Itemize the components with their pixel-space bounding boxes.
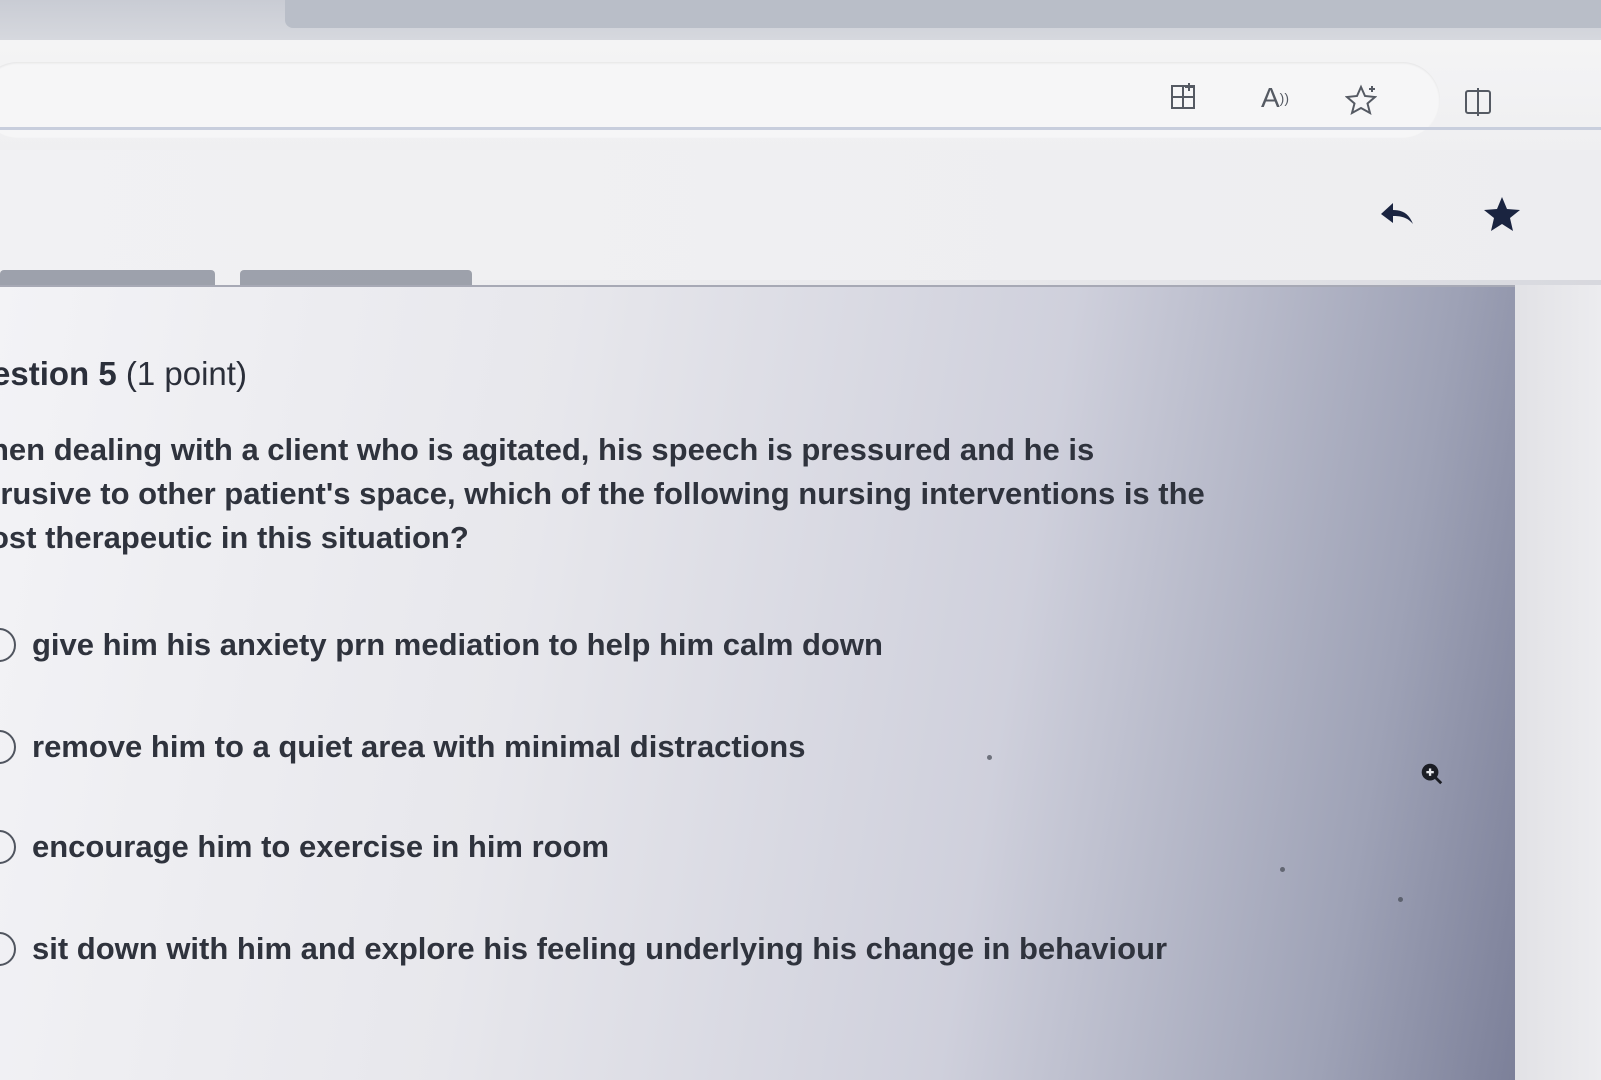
answer-option-label: encourage him to exercise in him room xyxy=(32,829,610,864)
answer-option[interactable]: give him his anxiety prn mediation to he… xyxy=(0,625,883,665)
read-aloud-label: A xyxy=(1260,82,1280,113)
radio-button[interactable] xyxy=(0,932,16,966)
page-margin xyxy=(1515,285,1601,1080)
radio-button[interactable] xyxy=(0,730,16,764)
app-grid-icon[interactable] xyxy=(1167,80,1203,116)
answer-option[interactable]: remove him to a quiet area with minimal … xyxy=(0,727,805,767)
favorite-star-icon[interactable] xyxy=(1343,82,1379,118)
tab-strip xyxy=(0,0,1601,40)
question-text-line: ost therapeutic in this situation? xyxy=(0,520,469,555)
page-header xyxy=(0,150,1601,280)
read-aloud-icon[interactable]: A)) xyxy=(1257,80,1293,116)
question-text-line: hen dealing with a client who is agitate… xyxy=(0,432,1095,467)
screen-speck xyxy=(1398,897,1403,902)
screen-speck xyxy=(987,755,992,760)
question-text: hen dealing with a client who is agitate… xyxy=(0,428,1290,560)
answer-option-label: remove him to a quiet area with minimal … xyxy=(32,729,806,764)
radio-button[interactable] xyxy=(0,628,16,662)
question-text-line: trusive to other patient's space, which … xyxy=(0,476,1205,511)
toolbar-divider xyxy=(0,127,1601,130)
bookmark-star-icon[interactable] xyxy=(1480,192,1524,236)
question-title: estion 5 (1 point) xyxy=(0,355,247,393)
reply-arrow-icon[interactable] xyxy=(1375,192,1419,236)
radio-button[interactable] xyxy=(0,830,16,864)
browser-tab[interactable] xyxy=(285,0,1601,28)
question-points: (1 point) xyxy=(125,355,247,392)
question-number: estion 5 xyxy=(0,355,117,392)
split-screen-icon[interactable] xyxy=(1460,84,1496,120)
answer-option-label: sit down with him and explore his feelin… xyxy=(32,931,1168,966)
zoom-in-icon[interactable] xyxy=(1417,760,1445,788)
screen-speck xyxy=(1280,867,1285,872)
answer-option[interactable]: encourage him to exercise in him room xyxy=(0,827,609,867)
answer-option[interactable]: sit down with him and explore his feelin… xyxy=(0,929,1167,969)
answer-option-label: give him his anxiety prn mediation to he… xyxy=(32,627,883,662)
address-row: A)) xyxy=(0,40,1601,150)
browser-window: A)) estion 5 (1 point) hen dealing with … xyxy=(0,0,1601,1080)
